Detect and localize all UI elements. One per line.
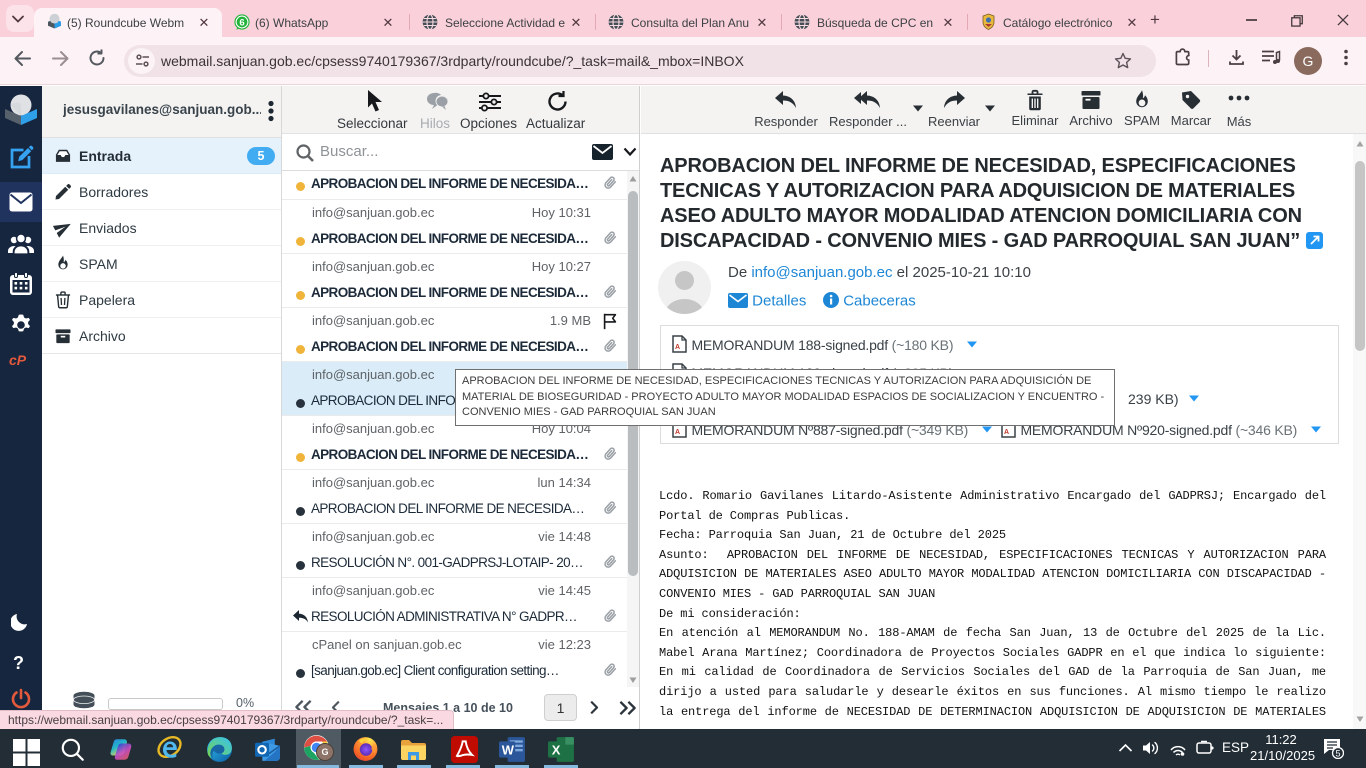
svg-text:A: A bbox=[675, 429, 680, 436]
svg-text:X: X bbox=[552, 742, 561, 757]
svg-text:5: 5 bbox=[1335, 749, 1340, 759]
svg-text:A: A bbox=[675, 344, 680, 351]
svg-text:6: 6 bbox=[239, 17, 244, 28]
svg-text:A: A bbox=[1004, 429, 1009, 436]
svg-text:W: W bbox=[502, 742, 515, 757]
